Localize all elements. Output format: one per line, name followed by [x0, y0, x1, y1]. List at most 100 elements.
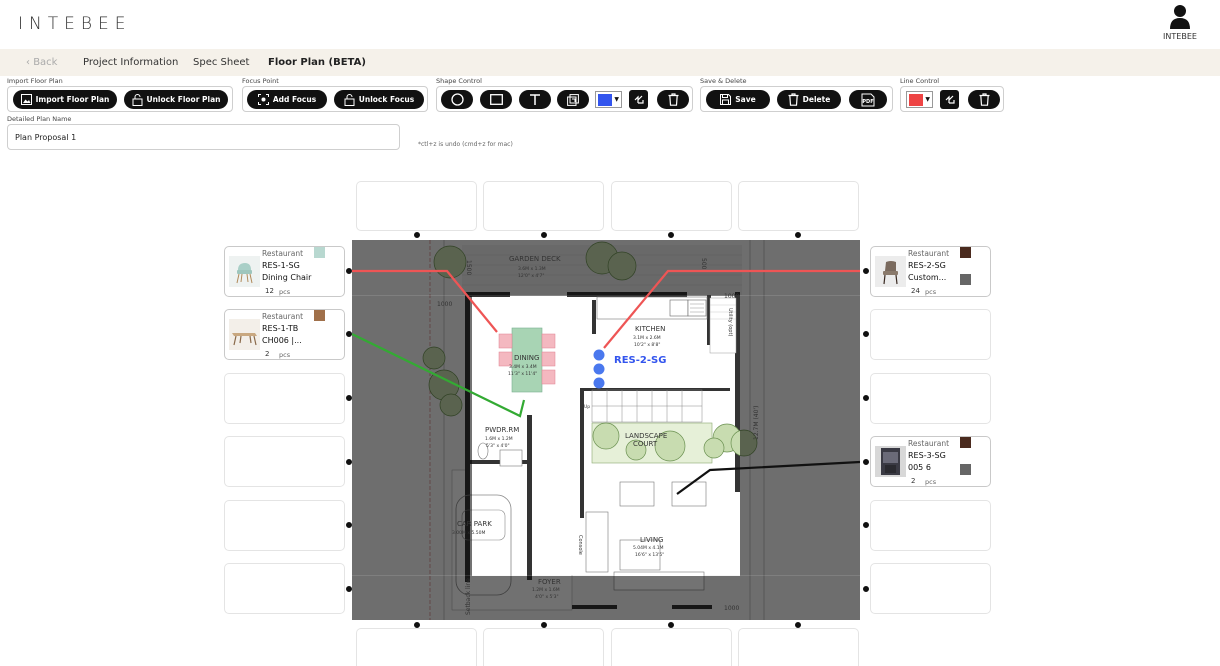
anchor-dot[interactable]: [541, 232, 547, 238]
room-dim2-pwdr: 5'3" x 4'0": [486, 443, 510, 449]
product-card-res-2-sg[interactable]: Restaurant RES-2-SG Custom... 24 pcs: [870, 246, 991, 297]
empty-slot-top-1[interactable]: [356, 181, 477, 231]
trash-icon: [788, 93, 799, 106]
room-label-kitchen: KITCHEN: [635, 325, 665, 333]
shape-group-label: Shape Control: [436, 77, 482, 85]
empty-slot-bottom-3[interactable]: [611, 628, 732, 666]
anchor-dot[interactable]: [863, 586, 869, 592]
user-menu[interactable]: INTEBEE: [1156, 4, 1204, 41]
line-color-fill: [909, 93, 924, 106]
anchor-dot[interactable]: [863, 522, 869, 528]
anchor-dot[interactable]: [795, 232, 801, 238]
tab-project-information[interactable]: Project Information: [83, 57, 178, 68]
line-pointer-button[interactable]: [940, 90, 959, 109]
room-label-garden: GARDEN DECK: [509, 255, 561, 263]
room-dim2-kitchen: 10'2" x 8'8": [634, 342, 660, 348]
layer-button[interactable]: [557, 90, 589, 109]
save-button[interactable]: Save: [706, 90, 770, 109]
unlock-floor-plan-button[interactable]: Unlock Floor Plan: [124, 90, 228, 109]
shape-pointer-button[interactable]: [629, 90, 648, 109]
circle-shape-button[interactable]: [441, 90, 473, 109]
unlock-focus-button[interactable]: Unlock Focus: [334, 90, 424, 109]
anchor-dot[interactable]: [346, 459, 352, 465]
room-dim-carpark: 3.00M x 5.50M: [452, 530, 485, 536]
empty-slot-bottom-4[interactable]: [738, 628, 859, 666]
anchor-dot[interactable]: [795, 622, 801, 628]
trash-icon: [668, 93, 678, 106]
empty-slot-top-3[interactable]: [611, 181, 732, 231]
intebee-logo[interactable]: INTEBEE: [18, 14, 131, 34]
product-code: RES-1-SG: [262, 261, 300, 270]
line-color-picker[interactable]: ▼: [906, 91, 933, 108]
caret-down-icon: ▼: [614, 96, 619, 103]
product-unit: pcs: [925, 478, 937, 486]
text-icon: [530, 93, 540, 105]
product-card-res-1-sg[interactable]: Restaurant RES-1-SG Dining Chair 12 pcs: [224, 246, 345, 297]
anchor-dot[interactable]: [541, 622, 547, 628]
unlock-icon: [344, 93, 355, 106]
anchor-dot[interactable]: [346, 395, 352, 401]
anchor-dot[interactable]: [414, 622, 420, 628]
empty-slot-left-6[interactable]: [224, 563, 345, 614]
save-icon: [720, 94, 732, 105]
product-category: Restaurant: [262, 249, 304, 258]
empty-slot-bottom-1[interactable]: [356, 628, 477, 666]
empty-slot-top-4[interactable]: [738, 181, 859, 231]
dim-1500: 1500: [465, 260, 472, 275]
anchor-dot[interactable]: [863, 395, 869, 401]
anchor-dot[interactable]: [346, 268, 352, 274]
product-qty: 24: [911, 287, 920, 295]
room-dim-foyer: 1.2M x 1.6M: [532, 587, 560, 593]
room-label-carpark: CAR PARK: [457, 520, 492, 528]
empty-slot-left-3[interactable]: [224, 373, 345, 424]
anchor-dot[interactable]: [863, 268, 869, 274]
text-shape-button[interactable]: [519, 90, 551, 109]
line-delete-button[interactable]: [968, 90, 1000, 109]
back-link[interactable]: ‹ Back: [26, 57, 57, 68]
floor-plan-canvas[interactable]: GARDEN DECK 3.6M x 1.3M 12'0" x 4'7" KIT…: [352, 240, 860, 620]
save-group: Save Delete PDF: [700, 86, 893, 112]
shape-color-picker[interactable]: ▼: [595, 91, 622, 108]
material-swatch-secondary: [960, 464, 971, 475]
shape-delete-button[interactable]: [657, 90, 689, 109]
plan-name-input[interactable]: [7, 124, 400, 150]
empty-slot-bottom-2[interactable]: [483, 628, 604, 666]
empty-slot-right-3[interactable]: [870, 373, 991, 424]
anchor-dot[interactable]: [346, 522, 352, 528]
product-card-res-3-sg[interactable]: Restaurant RES-3-SG 005 6 2 pcs: [870, 436, 991, 487]
empty-slot-top-2[interactable]: [483, 181, 604, 231]
product-card-res-1-tb[interactable]: Restaurant RES-1-TB CH006 |... 2 pcs: [224, 309, 345, 360]
anchor-dot[interactable]: [863, 459, 869, 465]
empty-slot-right-2[interactable]: [870, 309, 991, 360]
empty-slot-right-6[interactable]: [870, 563, 991, 614]
anchor-dot[interactable]: [863, 331, 869, 337]
utility-label: Utility (opt): [727, 308, 733, 336]
product-unit: pcs: [279, 351, 291, 359]
export-pdf-button[interactable]: PDF: [849, 90, 887, 109]
tab-floor-plan[interactable]: Floor Plan (BETA): [268, 57, 366, 68]
empty-slot-left-4[interactable]: [224, 436, 345, 487]
room-label-foyer: FOYER: [538, 578, 561, 586]
empty-slot-right-5[interactable]: [870, 500, 991, 551]
empty-slot-left-5[interactable]: [224, 500, 345, 551]
product-qty: 2: [265, 350, 270, 358]
tab-spec-sheet[interactable]: Spec Sheet: [193, 57, 249, 68]
anchor-dot[interactable]: [346, 331, 352, 337]
rectangle-shape-button[interactable]: [480, 90, 512, 109]
room-dim-kitchen: 3.1M x 2.6M: [633, 335, 661, 341]
dim-1000-a: 1000: [437, 301, 452, 308]
import-group-label: Import Floor Plan: [7, 77, 63, 85]
add-focus-button[interactable]: Add Focus: [247, 90, 327, 109]
delete-button[interactable]: Delete: [777, 90, 841, 109]
image-icon: [20, 94, 32, 105]
import-group: Import Floor Plan Unlock Floor Plan: [7, 86, 233, 112]
anchor-dot[interactable]: [668, 622, 674, 628]
anchor-dot[interactable]: [346, 586, 352, 592]
anchor-dot[interactable]: [668, 232, 674, 238]
user-name: INTEBEE: [1163, 32, 1197, 41]
product-code: RES-1-TB: [262, 324, 299, 333]
import-floor-plan-button[interactable]: Import Floor Plan: [13, 90, 117, 109]
anchor-dot[interactable]: [414, 232, 420, 238]
focus-marker-label: RES-2-SG: [614, 355, 666, 366]
shape-group: ▼: [436, 86, 693, 112]
